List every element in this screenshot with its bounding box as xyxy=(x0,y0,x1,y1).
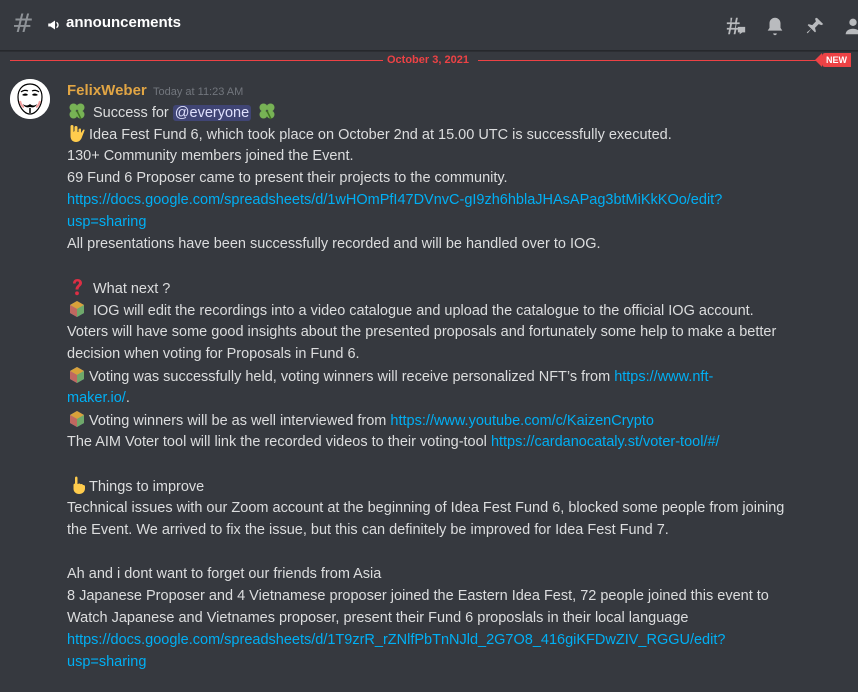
aim-tool-text: The AIM Voter tool will link the recorde… xyxy=(67,434,487,450)
voters-line-b: decision when voting for Proposals in Fu… xyxy=(67,346,360,362)
cardano-cube-icon xyxy=(70,367,84,383)
improve-text: Things to improve xyxy=(89,479,205,495)
tech-line-b: the Event. We arrived to fix the issue, … xyxy=(67,522,669,538)
channel-header: # announcements xyxy=(0,0,858,51)
everyone-mention[interactable]: @everyone xyxy=(172,105,252,121)
bell-icon[interactable] xyxy=(764,15,786,37)
divider-line-right xyxy=(478,60,820,61)
whats-next-line: What next ? xyxy=(67,277,827,299)
idea-fest-line: Idea Fest Fund 6, which took place on Oc… xyxy=(67,123,827,145)
nft-maker-link[interactable]: https://www.nft- xyxy=(614,369,713,385)
four-leaf-clover-icon xyxy=(69,103,85,120)
member-list-icon[interactable] xyxy=(842,15,858,37)
text-channel-icon: # xyxy=(12,9,34,39)
four-leaf-clover-icon xyxy=(259,103,275,120)
interviewed-line: Voting winners will be as well interview… xyxy=(67,409,827,431)
spreadsheet-link-2-cont[interactable]: usp=sharing xyxy=(67,654,146,670)
recorded-line: All presentations have been successfully… xyxy=(67,236,601,252)
iog-edit-text: IOG will edit the recordings into a vide… xyxy=(93,303,754,319)
guy-fawkes-mask-icon xyxy=(10,79,50,119)
youtube-link[interactable]: https://www.youtube.com/c/KaizenCrypto xyxy=(390,413,654,429)
nft-suffix: . xyxy=(125,390,130,406)
threads-icon[interactable] xyxy=(725,15,747,37)
love-you-gesture-icon xyxy=(70,125,85,142)
whats-next-text: What next ? xyxy=(93,281,171,297)
new-badge: NEW xyxy=(815,53,851,67)
cardano-cube-icon xyxy=(70,411,84,427)
spreadsheet-link-1-cont[interactable]: usp=sharing xyxy=(67,214,146,230)
divider-line-left xyxy=(10,60,383,61)
voting-held-line: Voting was successfully held, voting win… xyxy=(67,365,827,387)
message-author[interactable]: FelixWeber xyxy=(67,82,147,99)
interviewed-text: Voting winners will be as well interview… xyxy=(89,413,387,429)
nft-maker-link-cont[interactable]: maker.io/ xyxy=(67,390,126,406)
pointing-up-icon xyxy=(73,476,85,494)
iog-edit-line: IOG will edit the recordings into a vide… xyxy=(67,299,827,321)
idea-fest-text: Idea Fest Fund 6, which took place on Oc… xyxy=(89,127,672,143)
japanese-line-b: Watch Japanese and Vietnames proposer, p… xyxy=(67,610,689,626)
spreadsheet-link-2[interactable]: https://docs.google.com/spreadsheets/d/1… xyxy=(67,632,725,648)
improve-line: Things to improve xyxy=(67,475,827,497)
asia-line: Ah and i dont want to forget our friends… xyxy=(67,566,382,582)
members-line: 130+ Community members joined the Event. xyxy=(67,148,354,164)
voting-held-text: Voting was successfully held, voting win… xyxy=(89,369,611,385)
channel-title: announcements xyxy=(66,14,182,31)
tech-line-a: Technical issues with our Zoom account a… xyxy=(67,500,785,516)
voters-line-a: Voters will have some good insights abou… xyxy=(67,324,777,340)
announcement-megaphone-icon xyxy=(48,20,59,30)
proposers-line: 69 Fund 6 Proposer came to present their… xyxy=(67,170,508,186)
message-timestamp: Today at 11:23 AM xyxy=(153,86,244,98)
pin-icon[interactable] xyxy=(804,15,826,37)
divider-date: October 3, 2021 xyxy=(387,54,469,66)
japanese-line-a: 8 Japanese Proposer and 4 Vietnamese pro… xyxy=(67,588,769,604)
success-text: Success for xyxy=(93,105,169,121)
voter-tool-link[interactable]: https://cardanocataly.st/voter-tool/#/ xyxy=(491,434,720,450)
question-mark-icon xyxy=(73,279,82,296)
spreadsheet-link-1[interactable]: https://docs.google.com/spreadsheets/d/1… xyxy=(67,192,722,208)
message-content: Success for @everyone Idea Fest Fund 6, … xyxy=(67,101,827,673)
aim-tool-line: The AIM Voter tool will link the recorde… xyxy=(67,431,827,453)
success-line: Success for @everyone xyxy=(67,101,827,123)
avatar[interactable] xyxy=(10,79,50,119)
cardano-cube-icon xyxy=(70,301,84,317)
new-messages-divider: October 3, 2021 NEW xyxy=(0,52,858,68)
